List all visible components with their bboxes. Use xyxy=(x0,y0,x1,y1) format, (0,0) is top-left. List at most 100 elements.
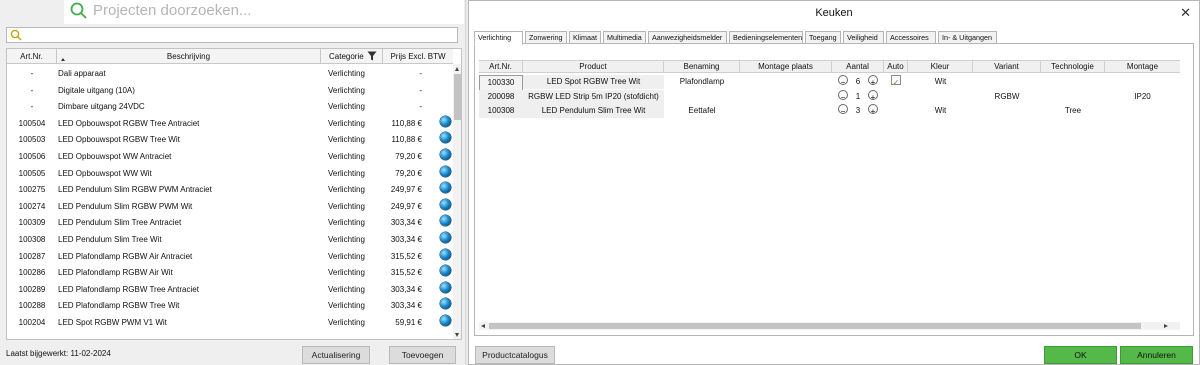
project-search-input[interactable]: Projecten doorzoeken... xyxy=(93,2,251,19)
table-row[interactable]: 100309 LED Pendulum Slim Tree Antraciet Ve… xyxy=(7,215,453,232)
header-description[interactable]: Beschrijving xyxy=(57,49,321,64)
globe-icon[interactable] xyxy=(440,149,451,160)
description-cell: LED Pendulum Slim RGBW PWM Antraciet xyxy=(58,185,212,195)
add-button[interactable]: Toevoegen xyxy=(389,346,456,364)
table-row[interactable]: 100503 LED Opbouwspot RGBW Tree Wit Verlic… xyxy=(7,132,453,149)
header-technologie[interactable]: Technologie xyxy=(1041,61,1105,73)
table-row[interactable]: 100286 LED Plafondlamp RGBW Air Wit Verlic… xyxy=(7,265,453,282)
auto-checkbox[interactable]: ✓ xyxy=(891,75,901,87)
scroll-up-icon[interactable] xyxy=(455,67,459,71)
category-cell: Verlichting xyxy=(328,168,365,178)
art-cell[interactable]: 100308 xyxy=(479,104,523,118)
header-product[interactable]: Product xyxy=(523,61,664,73)
increment-button[interactable]: + xyxy=(868,75,878,87)
globe-icon[interactable] xyxy=(440,132,451,144)
globe-icon[interactable] xyxy=(440,232,451,243)
header-benaming[interactable]: Benaming xyxy=(664,61,740,73)
table-row[interactable]: 100505 LED Opbouwspot WW Wit Verlichting 79… xyxy=(7,165,453,183)
category-cell: Verlichting xyxy=(328,102,365,112)
art-number-cell: - xyxy=(30,85,34,95)
product-cell[interactable]: LED Pendulum Slim Tree Wit xyxy=(523,104,664,118)
category-cell: Verlichting xyxy=(328,301,365,311)
decrement-button[interactable]: − xyxy=(838,75,848,87)
selected-product-row[interactable]: 100308 LED Pendulum Slim Tree Wit Eettafel… xyxy=(479,104,1180,118)
scroll-thumb[interactable] xyxy=(489,323,1141,329)
tab-verlichting[interactable]: Verlichting xyxy=(474,31,523,45)
description-cell: Dimbare uitgang 24VDC xyxy=(58,102,145,112)
art-number-cell: 100204 xyxy=(18,318,46,327)
art-cell[interactable]: 200098 xyxy=(479,89,523,104)
table-row[interactable]: 100288 LED Plafondlamp RGBW Tree Wit Verli… xyxy=(7,298,453,315)
selected-product-row[interactable]: 100330 LED Spot RGBW Tree Wit Plafondlamp −… xyxy=(479,75,1180,91)
scroll-right-icon[interactable] xyxy=(1164,324,1168,328)
table-row[interactable]: - Dimbare uitgang 24VDC Verlichting - xyxy=(7,99,453,116)
cancel-button[interactable]: Annuleren xyxy=(1120,346,1193,364)
globe-icon[interactable] xyxy=(440,298,451,310)
globe-icon[interactable] xyxy=(440,115,451,127)
globe-icon[interactable] xyxy=(440,265,451,277)
table-row[interactable]: - Dali apparaat Verlichting - xyxy=(7,66,453,83)
header-art[interactable]: Art.Nr. xyxy=(479,61,523,73)
horizontal-scrollbar[interactable] xyxy=(479,322,1180,330)
table-row[interactable]: 100204 LED Spot RGBW PWM V1 Wit Verlichtin… xyxy=(7,315,453,332)
decrement-button[interactable]: − xyxy=(838,104,848,116)
kleur-cell: Wit xyxy=(934,77,947,86)
description-cell: LED Opbouwspot RGBW Tree Antraciet xyxy=(58,118,200,128)
update-button[interactable]: Actualisering xyxy=(302,346,370,364)
table-header: Art.Nr. Beschrijving Categorie Prijs Exc… xyxy=(7,49,453,64)
increment-button[interactable]: + xyxy=(868,104,878,116)
scroll-down-icon[interactable] xyxy=(455,333,459,337)
globe-icon[interactable] xyxy=(440,215,451,227)
quantity-value: 6 xyxy=(855,77,861,86)
increment-button[interactable]: + xyxy=(868,89,878,102)
header-kleur[interactable]: Kleur xyxy=(908,61,973,73)
globe-icon[interactable] xyxy=(440,165,451,177)
table-row[interactable]: 100275 LED Pendulum Slim RGBW PWM Antraci… xyxy=(7,182,453,199)
table-row[interactable]: 100506 LED Opbouwspot WW Antraciet Verlich… xyxy=(7,149,453,166)
description-cell: LED Plafondlamp RGBW Air Antraciet xyxy=(58,251,193,261)
filter-icon[interactable] xyxy=(367,51,377,61)
header-price[interactable]: Prijs Excl. BTW xyxy=(383,49,453,64)
globe-icon[interactable] xyxy=(440,248,451,260)
header-variant[interactable]: Variant xyxy=(973,61,1041,73)
header-montage[interactable]: Montage xyxy=(1105,61,1180,73)
description-cell: LED Opbouwspot WW Wit xyxy=(58,168,152,178)
product-cell[interactable]: RGBW LED Strip 5m IP20 (stofdicht) xyxy=(523,89,664,104)
globe-icon[interactable] xyxy=(440,315,451,326)
table-row[interactable]: 100274 LED Pendulum Slim RGBW PWM Wit Verl… xyxy=(7,198,453,216)
header-art-nr[interactable]: Art.Nr. xyxy=(7,49,57,64)
description-cell: LED Plafondlamp RGBW Air Wit xyxy=(58,268,173,278)
description-cell: LED Spot RGBW PWM V1 Wit xyxy=(58,318,167,327)
close-icon[interactable]: ✕ xyxy=(1180,6,1191,19)
vertical-scrollbar[interactable] xyxy=(453,64,461,339)
table-row[interactable]: - Digitale uitgang (10A) Verlichting - xyxy=(7,83,453,100)
price-cell: 110,88 € xyxy=(391,135,422,145)
ok-button[interactable]: OK xyxy=(1044,346,1117,364)
product-filter-input[interactable] xyxy=(6,27,458,43)
header-aantal[interactable]: Aantal xyxy=(832,61,884,73)
product-cell[interactable]: LED Spot RGBW Tree Wit xyxy=(523,75,664,89)
category-cell: Verlichting xyxy=(328,318,365,327)
table-row[interactable]: 100287 LED Plafondlamp RGBW Air Antraciet… xyxy=(7,248,453,266)
product-table: Art.Nr. Beschrijving Categorie Prijs Exc… xyxy=(6,48,462,340)
scroll-thumb[interactable] xyxy=(454,74,461,120)
category-cell: Verlichting xyxy=(328,218,365,228)
selected-product-row[interactable]: 200098 RGBW LED Strip 5m IP20 (stofdicht)… xyxy=(479,89,1180,104)
category-cell: Verlichting xyxy=(328,85,365,95)
header-montage-plaats[interactable]: Montage plaats xyxy=(740,61,832,73)
price-cell: 249,97 € xyxy=(390,185,422,195)
scroll-left-icon[interactable] xyxy=(481,324,485,328)
project-search-bar[interactable]: Projecten doorzoeken... xyxy=(64,0,464,24)
table-row[interactable]: 100504 LED Opbouwspot RGBW Tree Antraciet… xyxy=(7,115,453,133)
product-catalog-button[interactable]: Productcatalogus xyxy=(475,346,555,364)
table-row[interactable]: 100308 LED Pendulum Slim Tree Wit Verlicht… xyxy=(7,232,453,249)
table-row[interactable]: 100289 LED Plafondlamp RGBW Tree Antracie… xyxy=(7,281,453,299)
art-number-cell: 100288 xyxy=(18,301,46,311)
globe-icon[interactable] xyxy=(440,281,451,293)
art-number-cell: 100286 xyxy=(18,268,46,278)
decrement-button[interactable]: − xyxy=(838,89,848,102)
description-cell: LED Pendulum Slim Tree Antraciet xyxy=(58,218,182,228)
globe-icon[interactable] xyxy=(440,198,451,210)
header-auto[interactable]: Auto xyxy=(884,61,908,73)
globe-icon[interactable] xyxy=(440,182,451,194)
